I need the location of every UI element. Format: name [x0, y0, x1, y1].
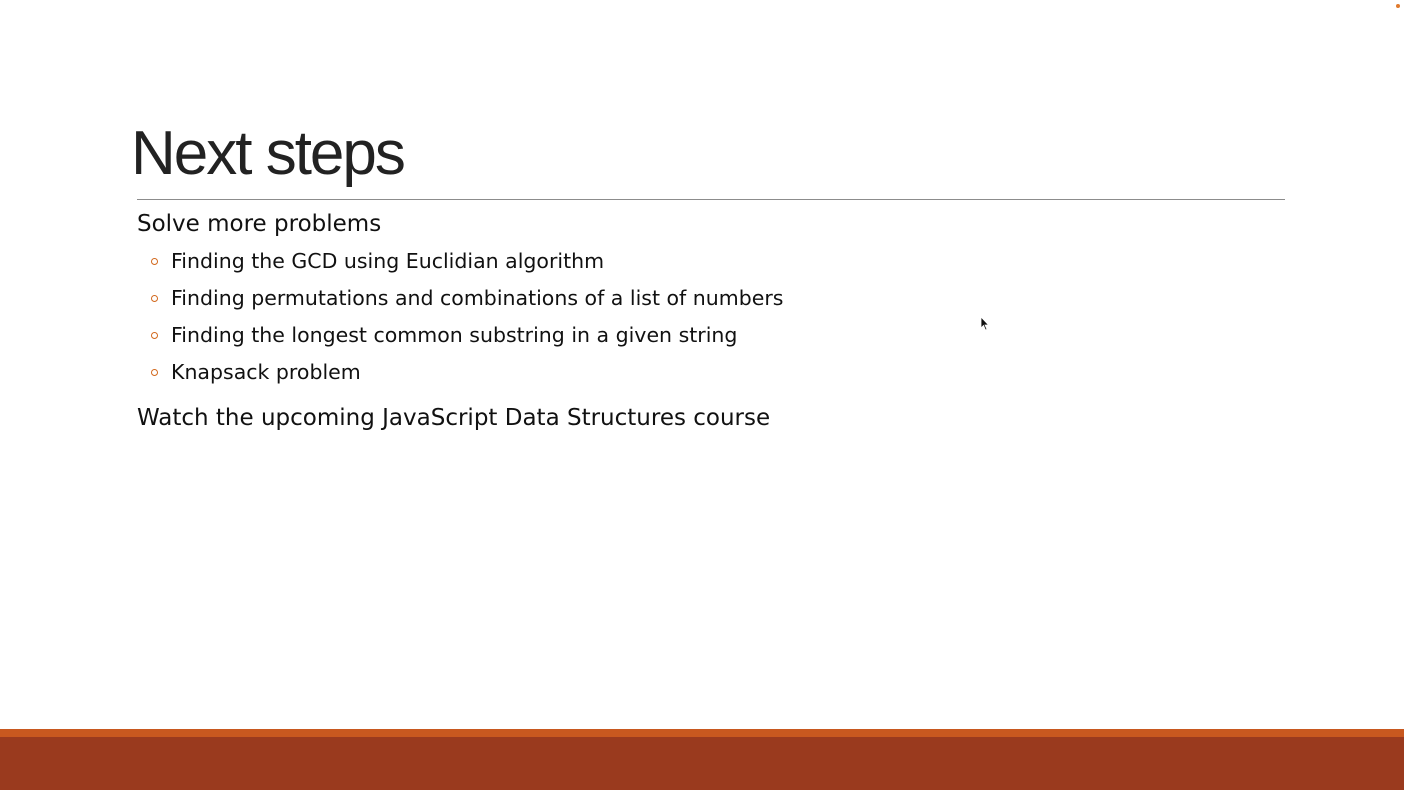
slide-title: Next steps	[131, 119, 406, 188]
bullet-solve-more-problems: Solve more problems	[137, 211, 382, 237]
sub-bullet-text: Finding the longest common substring in …	[171, 323, 738, 347]
slide-content: Solve more problems Finding the GCD usin…	[137, 207, 1277, 435]
sub-bullet-item: Finding the GCD using Euclidian algorith…	[137, 243, 1277, 280]
hollow-circle-bullet-icon	[151, 332, 158, 339]
mouse-pointer-icon	[980, 316, 990, 331]
sub-bullet-text: Finding permutations and combinations of…	[171, 286, 784, 310]
sub-bullet-item: Finding the longest common substring in …	[137, 317, 1277, 354]
hollow-circle-bullet-icon	[151, 369, 158, 376]
sub-bullet-item: Finding permutations and combinations of…	[137, 280, 1277, 317]
slide: Next steps Solve more problems Finding t…	[0, 0, 1404, 790]
sub-bullet-list: Finding the GCD using Euclidian algorith…	[137, 243, 1277, 391]
hollow-circle-bullet-icon	[151, 258, 158, 265]
sub-bullet-item: Knapsack problem	[137, 354, 1277, 391]
title-divider	[137, 199, 1285, 200]
sub-bullet-text: Finding the GCD using Euclidian algorith…	[171, 249, 605, 273]
orange-dot-icon	[1396, 4, 1400, 8]
footer-accent-bar	[0, 729, 1404, 737]
sub-bullet-text: Knapsack problem	[171, 360, 361, 384]
footer-band	[0, 737, 1404, 790]
hollow-circle-bullet-icon	[151, 295, 158, 302]
bullet-watch-course: Watch the upcoming JavaScript Data Struc…	[137, 405, 771, 431]
